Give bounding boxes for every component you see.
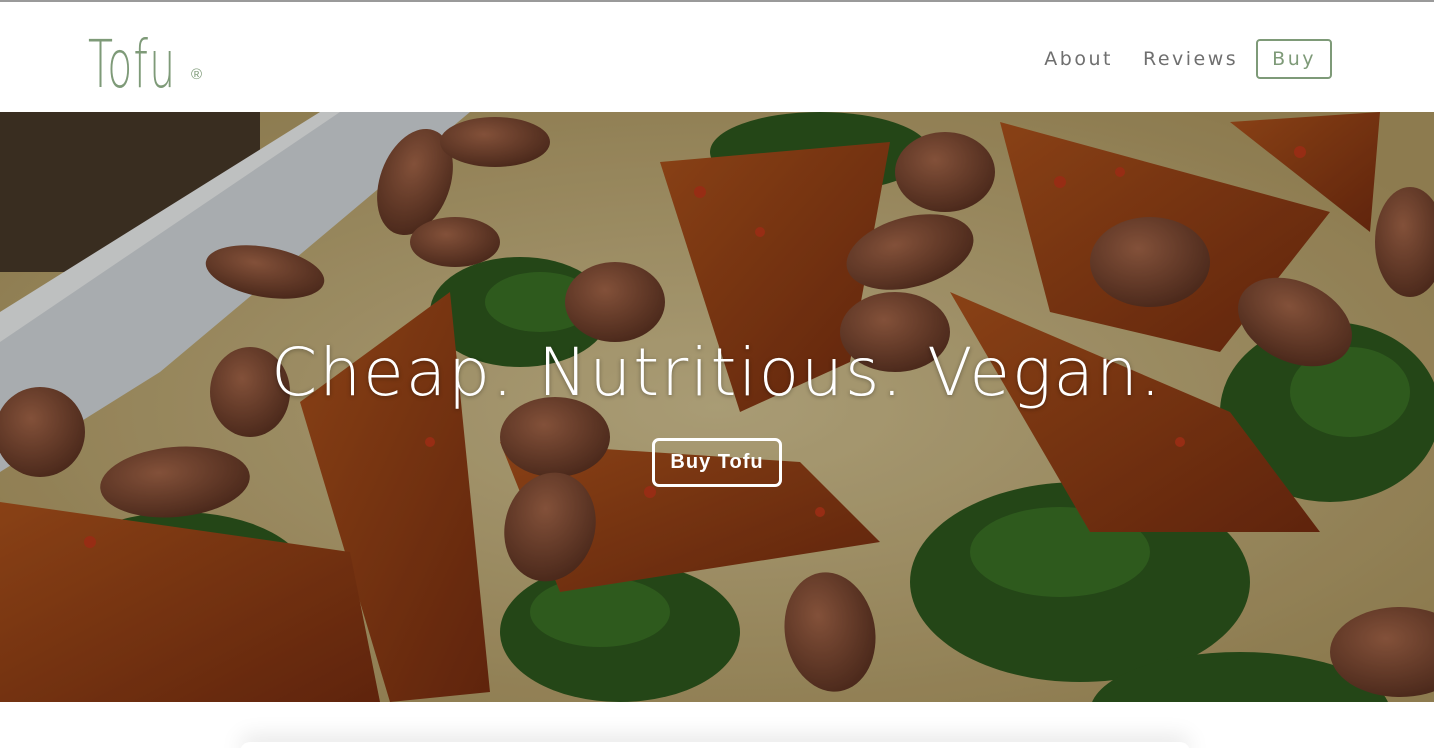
- site-header: Tofu ® About Reviews Buy: [0, 2, 1434, 112]
- registered-mark: ®: [191, 66, 203, 83]
- buy-tofu-button[interactable]: Buy Tofu: [652, 438, 782, 487]
- hero-headline: Cheap. Nutritious. Vegan.: [271, 334, 1163, 411]
- nav-buy-button[interactable]: Buy: [1256, 39, 1332, 79]
- content-card-edge: [240, 742, 1190, 748]
- page: Tofu ® About Reviews Buy Cheap. Nutritio…: [0, 0, 1434, 748]
- logo-wordmark: Tofu: [88, 26, 177, 103]
- brand-logo[interactable]: Tofu ®: [88, 14, 258, 104]
- hero-section: Cheap. Nutritious. Vegan. Buy Tofu: [0, 112, 1434, 702]
- nav-item-reviews[interactable]: Reviews: [1143, 38, 1238, 80]
- nav-item-about[interactable]: About: [1044, 38, 1113, 80]
- main-nav: About Reviews Buy: [1014, 38, 1332, 80]
- below-hero-section: [0, 702, 1434, 748]
